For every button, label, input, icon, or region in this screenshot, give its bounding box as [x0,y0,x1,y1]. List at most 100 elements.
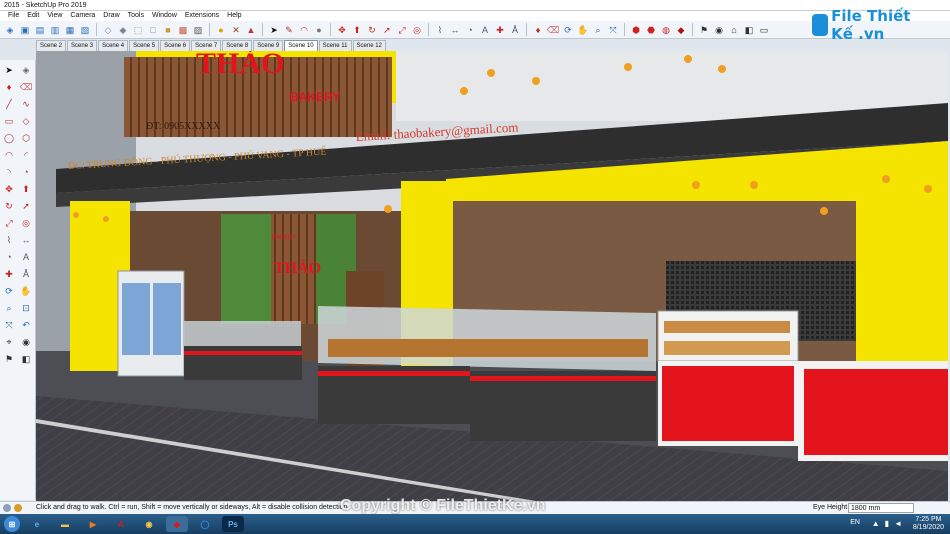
scene-tab[interactable]: Scene 9 [253,40,284,51]
chrome-icon[interactable]: ◉ [138,516,160,532]
arc-icon[interactable]: ◠ [2,148,16,162]
start-button-icon[interactable]: ⊞ [4,516,20,532]
camera-front-icon[interactable]: ▤ [34,24,46,36]
look-around-icon[interactable]: ◉ [19,335,33,349]
network-icon[interactable]: ▮ [885,519,889,528]
tools-icon[interactable]: ✕ [230,24,242,36]
look-around-icon[interactable]: ◉ [713,24,725,36]
polygon-icon[interactable]: ⬡ [19,131,33,145]
credits-icon[interactable] [14,504,22,512]
tape-measure-icon[interactable]: ⌇ [2,233,16,247]
extension-warehouse-icon[interactable]: ⬣ [645,24,657,36]
scene-tab[interactable]: Scene 5 [129,40,160,51]
file-explorer-icon[interactable]: ▬ [54,516,76,532]
menu-view[interactable]: View [43,11,66,21]
select-icon[interactable]: ➤ [2,63,16,77]
camera-right-icon[interactable]: ▥ [49,24,61,36]
layout-icon[interactable]: ◍ [660,24,672,36]
push-pull-icon[interactable]: ⬆ [351,24,363,36]
volume-icon[interactable]: ◄ [894,519,902,528]
move-icon[interactable]: ✥ [336,24,348,36]
scene-tab[interactable]: Scene 4 [98,40,129,51]
wireframe-icon[interactable]: ⬚ [132,24,144,36]
offset-icon[interactable]: ◎ [19,216,33,230]
walk-icon[interactable]: ⚑ [2,352,16,366]
zoom-icon[interactable]: ⌕ [2,301,16,315]
tape-measure-icon[interactable]: ⌇ [434,24,446,36]
menu-file[interactable]: File [4,11,23,21]
scene-tab[interactable]: Scene 12 [352,40,386,51]
dimension-icon[interactable]: ↔ [449,24,461,36]
pie-icon[interactable]: ◔ [19,165,33,179]
components-icon[interactable]: ▲ [245,24,257,36]
section-plane-icon[interactable]: ◧ [743,24,755,36]
camera-top-icon[interactable]: ▣ [19,24,31,36]
orbit-icon[interactable]: ⟳ [562,24,574,36]
show-hidden-icon[interactable]: ▲ [872,519,880,528]
dimension-icon[interactable]: ↔ [19,233,33,247]
make-component-icon[interactable]: ◈ [19,63,33,77]
position-camera-icon[interactable]: ⌂ [728,24,740,36]
scale-icon[interactable]: ⤢ [2,216,16,230]
walk-icon[interactable]: ⚑ [698,24,710,36]
pan-icon[interactable]: ✋ [19,284,33,298]
push-pull-icon[interactable]: ⬆ [19,182,33,196]
arc-icon[interactable]: ◠ [298,24,310,36]
menu-tools[interactable]: Tools [124,11,148,21]
menu-draw[interactable]: Draw [99,11,123,21]
3d-text-icon[interactable]: Å [509,24,521,36]
info-icon[interactable] [3,504,11,512]
scene-tab[interactable]: Scene 11 [318,40,352,51]
zoom-extents-icon[interactable]: ⤧ [607,24,619,36]
ruby-console-icon[interactable]: ◆ [675,24,687,36]
offset-icon[interactable]: ◎ [411,24,423,36]
shape-icon[interactable]: ● [313,24,325,36]
rotated-rectangle-icon[interactable]: ◇ [19,114,33,128]
menu-camera[interactable]: Camera [66,11,99,21]
menu-edit[interactable]: Edit [23,11,43,21]
camera-back-icon[interactable]: ▦ [64,24,76,36]
scene-tab[interactable]: Scene 3 [67,40,98,51]
3d-viewport[interactable]: THẢO BAKERY ĐT: 0905XXXXX ĐC: TRUNG ĐÔNG… [36,51,948,501]
taskbar-clock[interactable]: 7:25 PM 8/19/2020 [913,516,944,532]
circle-icon[interactable]: ◯ [2,131,16,145]
two-point-arc-icon[interactable]: ◜ [19,148,33,162]
shaded-textures-icon[interactable]: ▩ [177,24,189,36]
eraser-icon[interactable]: ⌫ [19,80,33,94]
section-plane-icon[interactable]: ◧ [19,352,33,366]
freehand-icon[interactable]: ∿ [19,97,33,111]
autocad-icon[interactable]: A [110,516,132,532]
scene-tab[interactable]: Scene 7 [191,40,222,51]
follow-me-icon[interactable]: ➚ [19,199,33,213]
photoshop-icon[interactable]: Ps [222,516,244,532]
monochrome-icon[interactable]: ▨ [192,24,204,36]
menu-window[interactable]: Window [148,11,181,21]
eraser-icon[interactable]: ⌫ [547,24,560,36]
line-icon[interactable]: ✎ [283,24,295,36]
internet-explorer-icon[interactable]: e [26,516,48,532]
camera-iso-icon[interactable]: ◈ [4,24,16,36]
line-icon[interactable]: ╱ [2,97,16,111]
previous-view-icon[interactable]: ↶ [19,318,33,332]
move-icon[interactable]: ✥ [2,182,16,196]
scene-tab[interactable]: Scene 8 [222,40,253,51]
menu-extensions[interactable]: Extensions [181,11,223,21]
menu-help[interactable]: Help [223,11,245,21]
follow-me-icon[interactable]: ➚ [381,24,393,36]
paint-bucket-icon[interactable]: ♦ [2,80,16,94]
axes-icon[interactable]: ✚ [2,267,16,281]
zoom-extents-icon[interactable]: ⤧ [2,318,16,332]
paint-bucket-icon[interactable]: ♦ [532,24,544,36]
rectangle-icon[interactable]: ▭ [2,114,16,128]
scene-tab-active[interactable]: Scene 10 [284,40,318,51]
protractor-icon[interactable]: ◔ [464,24,476,36]
rotate-icon[interactable]: ↻ [2,199,16,213]
sketchup-icon[interactable]: ◆ [166,516,188,532]
pan-icon[interactable]: ✋ [577,24,589,36]
zoom-icon[interactable]: ⌕ [592,24,604,36]
zoom-window-icon[interactable]: ⊡ [19,301,33,315]
display-section-icon[interactable]: ▭ [758,24,770,36]
position-camera-icon[interactable]: ⌖ [2,335,16,349]
camera-left-icon[interactable]: ▧ [79,24,91,36]
text-icon[interactable]: A [19,250,33,264]
